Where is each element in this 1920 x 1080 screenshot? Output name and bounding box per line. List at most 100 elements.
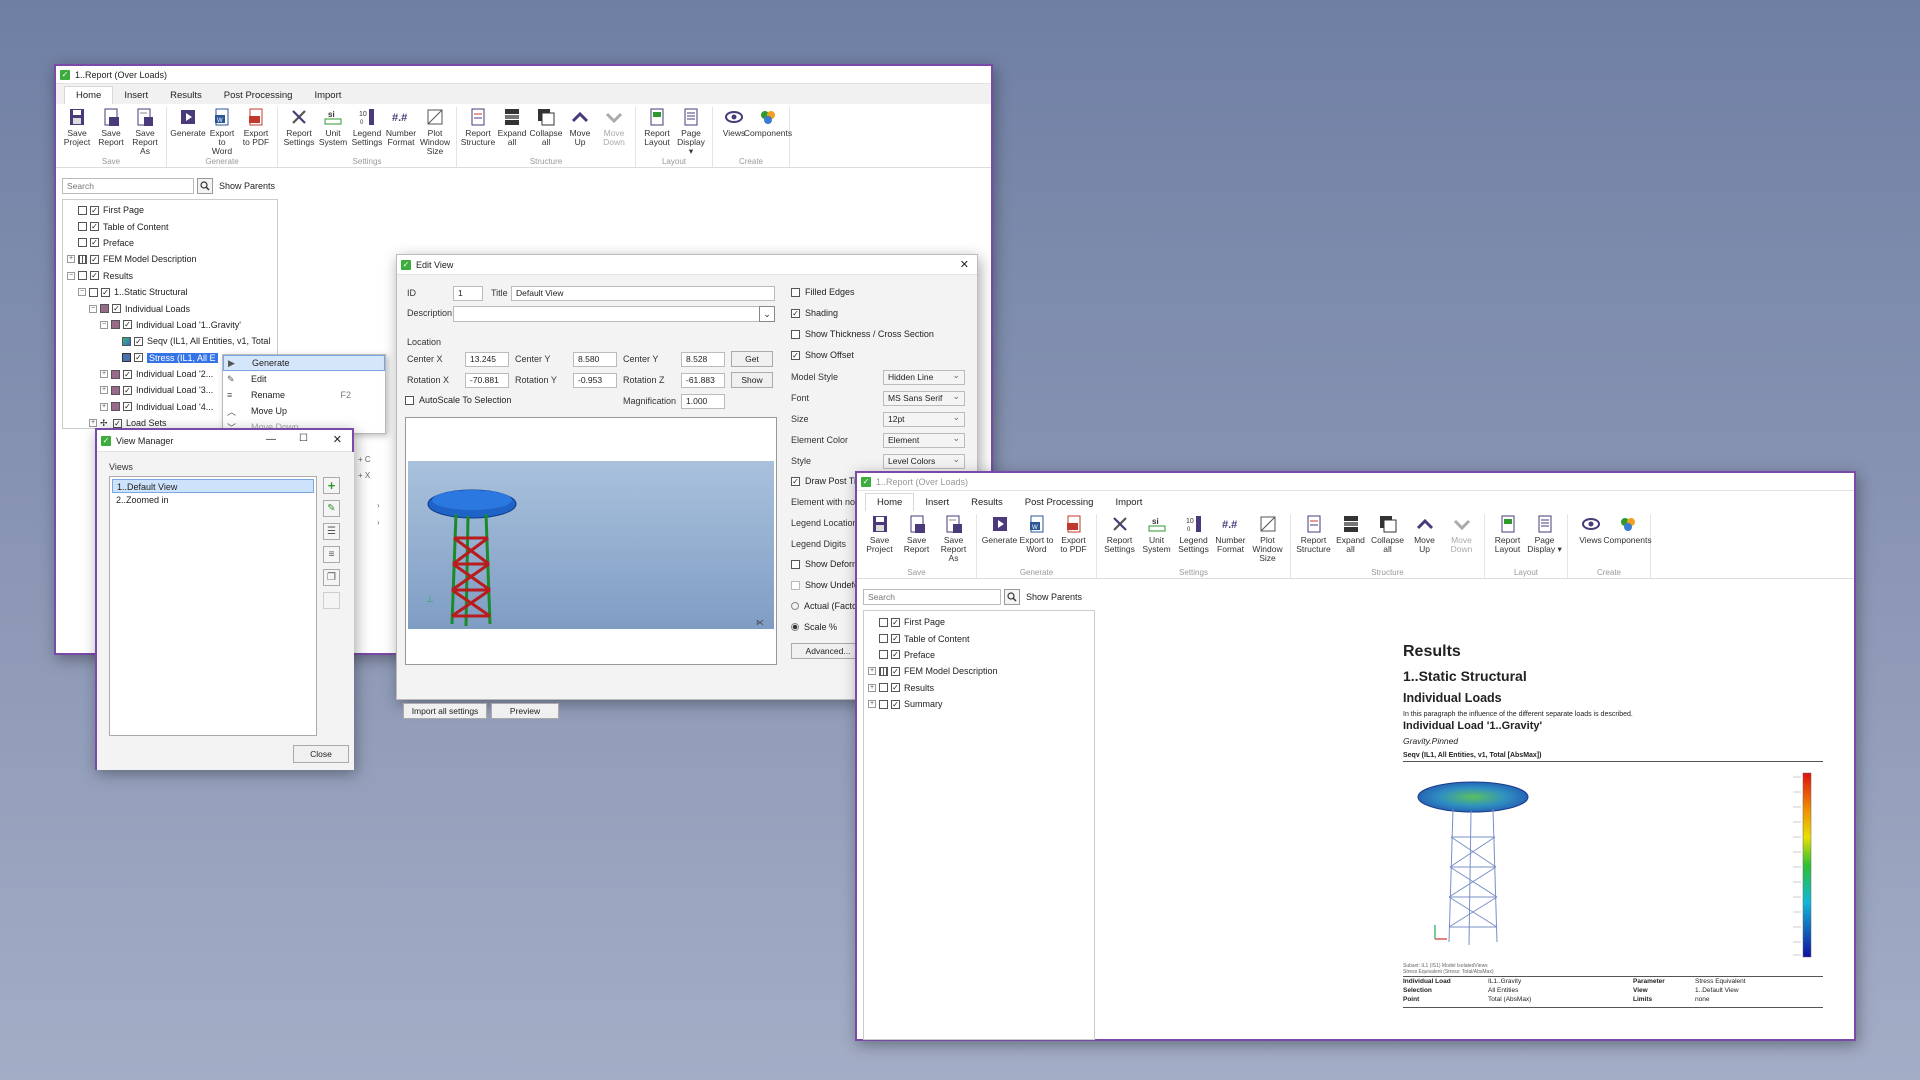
tree-checkbox[interactable]: ✓ [891, 666, 900, 676]
report-structure-button[interactable]: Report Structure [461, 107, 495, 157]
search-input[interactable] [62, 178, 194, 194]
export-to-pdf-button[interactable]: Export to PDF [239, 107, 273, 157]
tree-checkbox[interactable]: ✓ [891, 617, 900, 627]
tree-item[interactable]: − ✓ Results [63, 268, 277, 284]
tree-checkbox[interactable]: ✓ [90, 222, 99, 232]
close-button[interactable]: Close [293, 745, 349, 763]
generate-button[interactable]: Generate [981, 514, 1018, 568]
expander-icon[interactable]: + [100, 370, 108, 379]
center-z-field[interactable]: 8.528 [681, 352, 725, 367]
tree-checkbox[interactable]: ✓ [123, 385, 132, 395]
shading-checkbox[interactable]: ✓ Shading [791, 308, 838, 318]
rotation-z-field[interactable]: -61.883 [681, 373, 725, 388]
expander-icon[interactable]: − [89, 304, 97, 313]
tab-post-processing[interactable]: Post Processing [1014, 494, 1105, 511]
tree-item[interactable]: ✓ First Page [63, 202, 277, 218]
close-icon[interactable]: ✕ [333, 433, 342, 446]
element-color-select[interactable]: Element [883, 433, 965, 448]
tree-checkbox[interactable]: ✓ [134, 353, 143, 363]
generate-button[interactable]: Generate [170, 107, 206, 157]
add-view-button[interactable]: + [323, 477, 340, 494]
report-layout-button[interactable]: Report Layout [640, 107, 674, 157]
export-to-word-button[interactable]: W Export to Word [1018, 514, 1055, 568]
page-display-button[interactable]: Page Display ▾ [674, 107, 708, 157]
report-structure-button[interactable]: Report Structure [1295, 514, 1332, 568]
tab-results[interactable]: Results [960, 494, 1014, 511]
description-dropdown-button[interactable]: ⌄ [759, 306, 775, 322]
filled-edges-checkbox[interactable]: Filled Edges [791, 287, 855, 297]
get-button[interactable]: Get [731, 351, 773, 367]
tree-checkbox[interactable]: ✓ [891, 699, 900, 709]
save-report-button[interactable]: Save Report [898, 514, 935, 568]
id-field[interactable]: 1 [453, 286, 483, 301]
plot-window-size-button[interactable]: Plot Window Size [1249, 514, 1286, 568]
move-down-button[interactable]: Move Down [597, 107, 631, 157]
search-button[interactable] [1004, 589, 1020, 605]
edit-view-button[interactable]: ✎ [323, 500, 340, 517]
tree-item[interactable]: ✓ Preface [63, 235, 277, 251]
expander-icon[interactable]: + [868, 683, 876, 692]
vm-titlebar[interactable]: ✓ View Manager — ☐ ✕ [97, 430, 352, 452]
tree-item[interactable]: ✓ Preface [864, 647, 1094, 663]
save-report-button[interactable]: Save Report [94, 107, 128, 157]
export-to-word-button[interactable]: W Export to Word [205, 107, 239, 157]
show-parents-label[interactable]: Show Parents [219, 181, 275, 191]
title-field[interactable]: Default View [511, 286, 775, 301]
tab-insert[interactable]: Insert [113, 87, 159, 104]
unit-system-button[interactable]: si Unit System [1138, 514, 1175, 568]
tab-home[interactable]: Home [64, 86, 114, 104]
preview-button[interactable]: Preview [491, 703, 559, 719]
legend-settings-button[interactable]: 10 0 Legend Settings [1175, 514, 1212, 568]
tree-checkbox[interactable]: ✓ [891, 650, 900, 660]
rename-view-button[interactable]: ≡ [323, 546, 340, 563]
minimize-icon[interactable]: — [266, 434, 276, 445]
save-project-button[interactable]: Save Project [60, 107, 94, 157]
save-report-as-button[interactable]: Save Report As [935, 514, 972, 568]
tree-item[interactable]: − ✓ 1..Static Structural [63, 284, 277, 300]
show-undeformed-checkbox[interactable]: Show Undefo [791, 580, 859, 590]
center-x-field[interactable]: 13.245 [465, 352, 509, 367]
tree-item[interactable]: ✓ Seqv (IL1, All Entities, v1, Total [63, 333, 277, 349]
move-up-button[interactable]: Move Up [1406, 514, 1443, 568]
expander-icon[interactable]: + [100, 402, 108, 411]
maximize-icon[interactable]: ☐ [299, 433, 308, 444]
show-button[interactable]: Show [731, 372, 773, 388]
rotation-y-field[interactable]: -0.953 [573, 373, 617, 388]
tree-item[interactable]: − ✓ Individual Loads [63, 300, 277, 316]
show-deformed-checkbox[interactable]: Show Deform [791, 559, 860, 569]
tree-checkbox[interactable]: ✓ [112, 304, 121, 314]
unit-system-button[interactable]: si Unit System [316, 107, 350, 157]
tree-checkbox[interactable]: ✓ [123, 320, 132, 330]
font-select[interactable]: MS Sans Serif [883, 391, 965, 406]
magnification-field[interactable]: 1.000 [681, 394, 725, 409]
number-format-button[interactable]: #.# Number Format [1212, 514, 1249, 568]
show-offset-checkbox[interactable]: ✓ Show Offset [791, 350, 854, 360]
dialog-titlebar[interactable]: ✓ Edit View ✕ [397, 255, 977, 275]
page-display-button[interactable]: Page Display ▾ [1526, 514, 1563, 568]
tree-checkbox[interactable]: ✓ [123, 369, 132, 379]
tree-checkbox[interactable]: ✓ [134, 336, 143, 346]
search-input[interactable] [863, 589, 1001, 605]
tab-home[interactable]: Home [865, 493, 915, 511]
list-view-button[interactable]: ☰ [323, 523, 340, 540]
titlebar[interactable]: ✓ 1..Report (Over Loads) [857, 473, 1854, 491]
center-y-field[interactable]: 8.580 [573, 352, 617, 367]
tree-item[interactable]: ✓ Table of Content [63, 218, 277, 234]
tree-checkbox[interactable]: ✓ [891, 683, 900, 693]
size-select[interactable]: 12pt [883, 412, 965, 427]
expander-icon[interactable]: + [868, 667, 876, 676]
export-to-pdf-button[interactable]: Export to PDF [1055, 514, 1092, 568]
components-button[interactable]: Components [1603, 514, 1652, 568]
tree-checkbox[interactable]: ✓ [90, 238, 99, 248]
tab-import[interactable]: Import [303, 87, 352, 104]
model-style-select[interactable]: Hidden Line [883, 370, 965, 385]
plot-window-size-button[interactable]: Plot Window Size [418, 107, 452, 157]
tree-checkbox[interactable]: ✓ [90, 271, 99, 281]
tree-checkbox[interactable]: ✓ [123, 402, 132, 412]
components-button[interactable]: Components [744, 107, 792, 157]
tree-checkbox[interactable]: ✓ [90, 205, 99, 215]
draw-post-title-checkbox[interactable]: ✓ Draw Post Titl [791, 476, 861, 486]
copy-view-button[interactable]: ❐ [323, 569, 340, 586]
advanced-button[interactable]: Advanced... [791, 643, 865, 659]
move-up-button[interactable]: Move Up [563, 107, 597, 157]
